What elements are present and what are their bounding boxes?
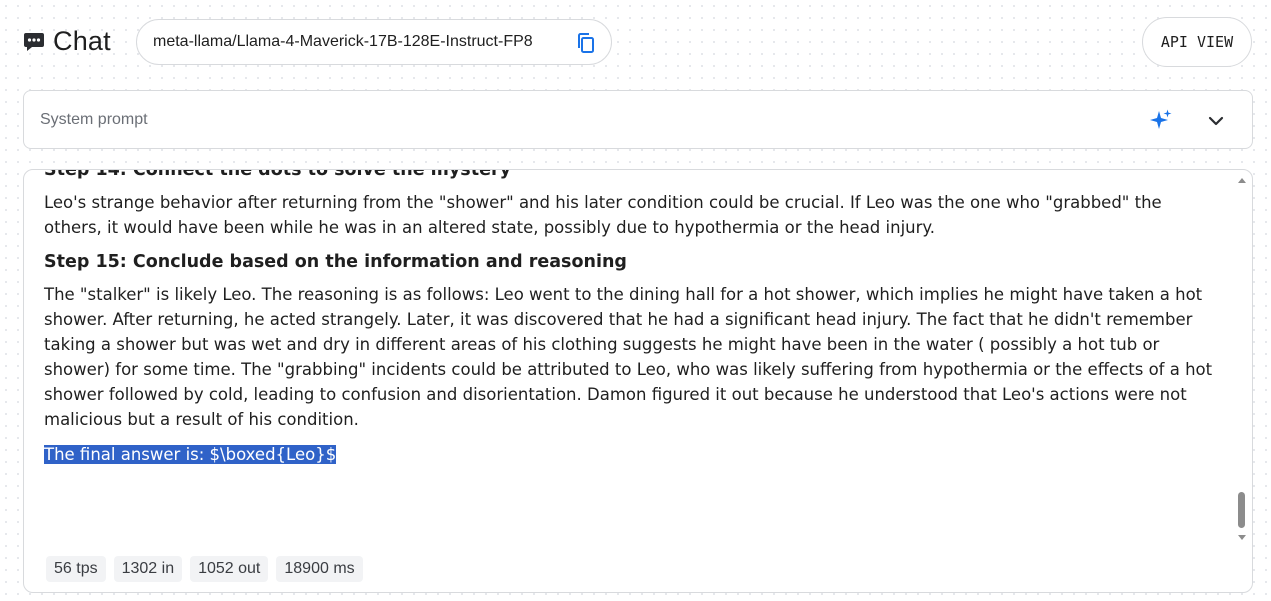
scroll-up-arrow-icon[interactable] <box>1237 176 1247 184</box>
copy-icon[interactable] <box>575 32 597 54</box>
chevron-down-icon[interactable] <box>1205 110 1227 132</box>
system-prompt-box <box>23 90 1253 149</box>
sparkle-icon[interactable] <box>1149 108 1173 132</box>
stat-tps: 56 tps <box>46 556 106 582</box>
stat-tokens-in: 1302 in <box>113 556 183 582</box>
chat-bubble-icon <box>24 32 44 51</box>
step-15-heading: Step 15: Conclude based on the informati… <box>44 252 627 272</box>
step-14-text: Leo's strange behavior after returning f… <box>44 193 1162 237</box>
scroll-down-arrow-icon[interactable] <box>1237 534 1247 542</box>
model-selector[interactable]: meta-llama/Llama-4-Maverick-17B-128E-Ins… <box>136 19 612 65</box>
step-15-text: The "stalker" is likely Leo. The reasoni… <box>44 285 1213 429</box>
app-title-label: Chat <box>53 26 111 56</box>
api-view-button[interactable]: API VIEW <box>1142 17 1252 67</box>
step-14-heading: Step 14: Connect the dots to solve the m… <box>44 170 511 180</box>
response-content: Step 14: Connect the dots to solve the m… <box>44 170 1224 467</box>
stat-tokens-out: 1052 out <box>190 556 269 582</box>
header: Chat meta-llama/Llama-4-Maverick-17B-128… <box>0 0 1271 86</box>
final-answer: The final answer is: $\boxed{Leo}$ <box>44 442 1224 467</box>
response-panel: Step 14: Connect the dots to solve the m… <box>23 169 1253 593</box>
stat-latency: 18900 ms <box>276 556 363 582</box>
scrollbar-thumb[interactable] <box>1238 492 1245 528</box>
system-prompt-input[interactable] <box>40 91 1120 148</box>
model-name: meta-llama/Llama-4-Maverick-17B-128E-Ins… <box>153 33 533 50</box>
final-answer-selected-text: The final answer is: $\boxed{Leo}$ <box>44 445 337 464</box>
stats-bar: 56 tps 1302 in 1052 out 18900 ms <box>46 556 363 582</box>
response-scroll-area[interactable]: Step 14: Connect the dots to solve the m… <box>24 170 1234 530</box>
app-title: Chat <box>23 26 111 57</box>
scrollbar[interactable] <box>1236 174 1248 544</box>
